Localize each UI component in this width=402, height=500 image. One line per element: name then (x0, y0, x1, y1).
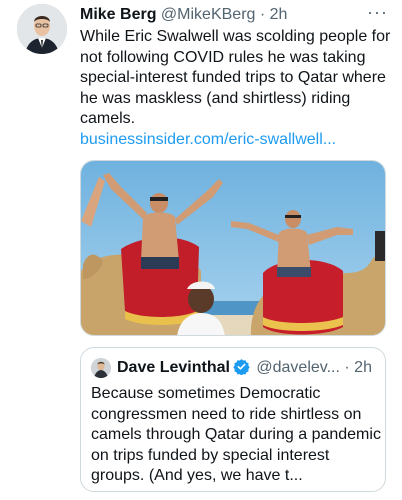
author-name[interactable]: Mike Berg (80, 6, 156, 23)
quoted-tweet[interactable]: Dave Levinthal @davelev... · 2h Because … (80, 347, 386, 492)
quoted-header: Dave Levinthal @davelev... · 2h (117, 358, 372, 381)
author-avatar[interactable] (17, 4, 67, 54)
tweet-timestamp[interactable]: 2h (270, 6, 288, 23)
verified-badge-icon (233, 358, 250, 381)
quoted-tweet-text: Because sometimes Democratic congressmen… (91, 385, 381, 485)
article-link[interactable]: businessinsider.com/eric-swallwell... (80, 130, 336, 150)
quoted-author-avatar[interactable] (91, 358, 111, 378)
tweet-photo[interactable] (80, 160, 386, 336)
quoted-author-handle[interactable]: @davelev... (256, 359, 340, 376)
quoted-timestamp[interactable]: 2h (354, 359, 372, 376)
tweet-header: Mike Berg @MikeKBerg · 2h (80, 5, 287, 25)
author-handle[interactable]: @MikeKBerg (161, 6, 256, 23)
more-icon[interactable]: ··· (367, 2, 388, 23)
separator-dot: · (259, 6, 266, 23)
tweet-text: While Eric Swalwell was scolding people … (80, 28, 391, 128)
quoted-separator-dot: · (344, 359, 350, 376)
quoted-author-name[interactable]: Dave Levinthal (117, 359, 230, 376)
